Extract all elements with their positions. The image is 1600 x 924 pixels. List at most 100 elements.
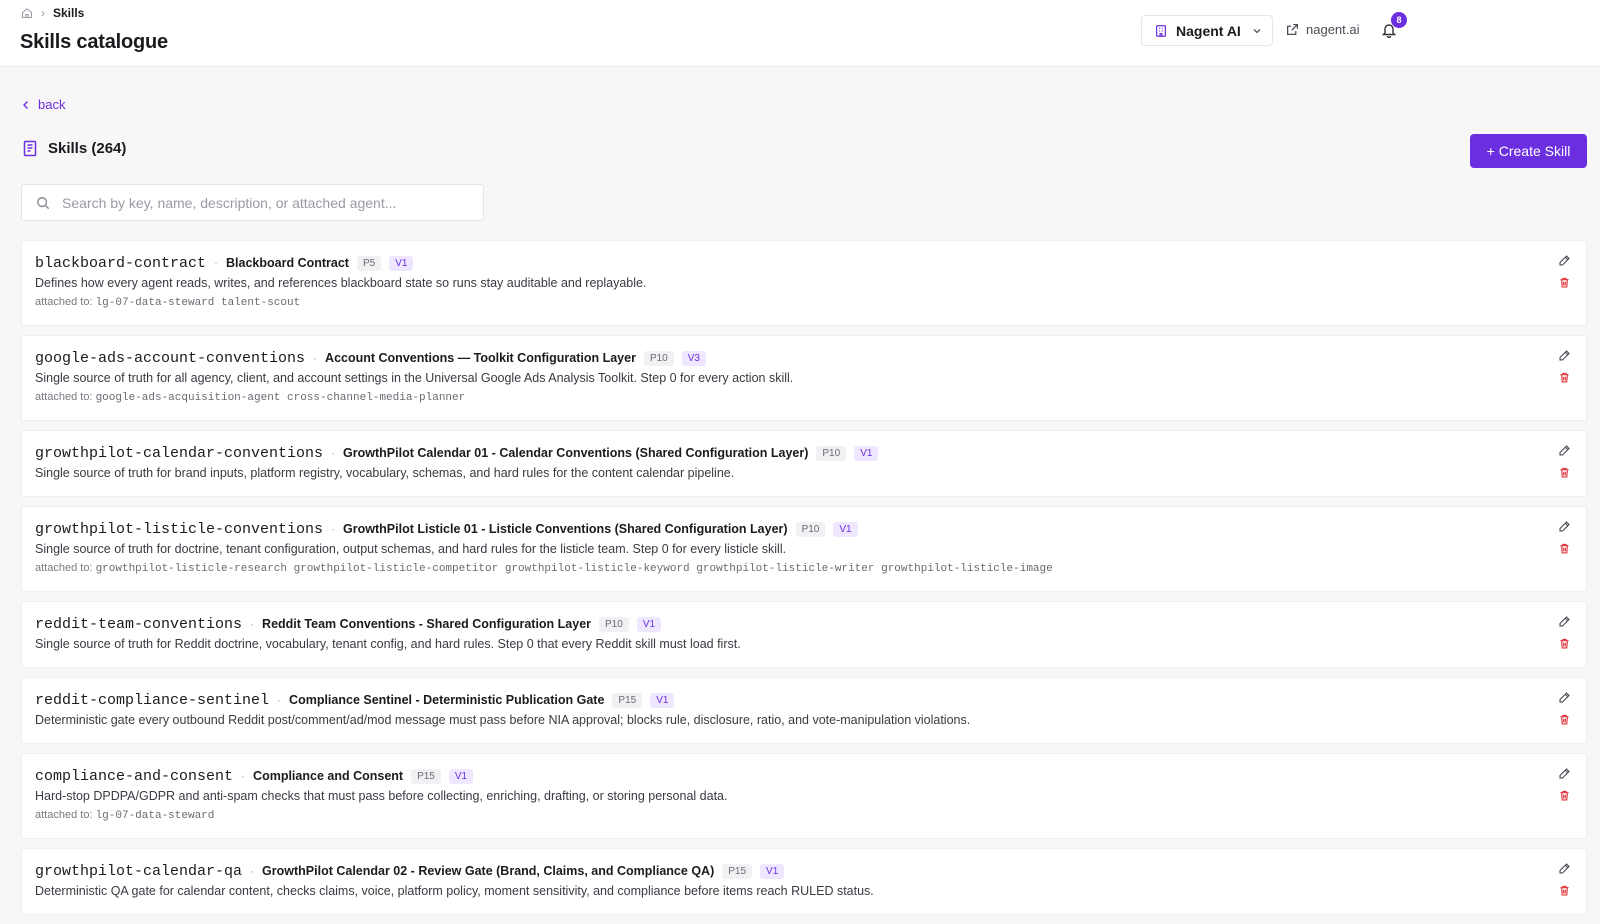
separator-dot: · [241, 769, 246, 783]
priority-badge: P5 [356, 255, 382, 271]
version-badge: V1 [389, 255, 414, 271]
skill-actions [1558, 862, 1571, 897]
edit-icon[interactable] [1558, 254, 1571, 267]
version-badge: V3 [681, 350, 706, 366]
search-input[interactable] [60, 193, 483, 212]
skill-card[interactable]: growthpilot-listicle-conventions · Growt… [21, 506, 1587, 592]
separator-dot: · [250, 617, 255, 631]
trash-icon[interactable] [1558, 542, 1571, 555]
search-box [21, 184, 484, 221]
separator-dot: · [331, 522, 336, 536]
skill-key: google-ads-account-conventions [35, 349, 306, 367]
notification-badge: 8 [1391, 12, 1407, 28]
skill-key: growthpilot-listicle-conventions [35, 520, 324, 538]
breadcrumb-current: Skills [53, 6, 85, 20]
section-title: Skills (264) [48, 140, 127, 157]
skill-card[interactable]: compliance-and-consent · Compliance and … [21, 753, 1587, 839]
skill-description: Single source of truth for brand inputs,… [35, 466, 735, 480]
back-link[interactable]: back [22, 97, 65, 112]
skill-header-row: google-ads-account-conventions · Account… [35, 349, 1573, 367]
skill-actions [1558, 615, 1571, 650]
skill-header-row: growthpilot-listicle-conventions · Growt… [35, 520, 1573, 538]
trash-icon[interactable] [1558, 276, 1571, 289]
attached-agents: attached to: google-ads-acquisition-agen… [35, 391, 1573, 404]
external-site-link[interactable]: nagent.ai [1286, 22, 1360, 37]
skills-list: blackboard-contract · Blackboard Contrac… [21, 240, 1587, 924]
skill-card[interactable]: google-ads-account-conventions · Account… [21, 335, 1587, 421]
version-badge: V1 [448, 768, 474, 784]
skill-key: compliance-and-consent [35, 767, 234, 785]
edit-icon[interactable] [1558, 444, 1571, 457]
skill-actions [1558, 767, 1571, 802]
skill-header-row: reddit-compliance-sentinel · Compliance … [35, 691, 1573, 709]
skill-actions [1558, 254, 1571, 289]
skill-description: Deterministic QA gate for calendar conte… [35, 884, 874, 898]
priority-badge: P10 [816, 445, 847, 461]
skill-header-row: growthpilot-calendar-qa · GrowthPilot Ca… [35, 862, 1573, 880]
separator-dot: · [331, 446, 336, 460]
skill-name: Reddit Team Conventions - Shared Configu… [262, 617, 592, 631]
skill-header-row: blackboard-contract · Blackboard Contrac… [35, 254, 1573, 272]
priority-badge: P10 [795, 521, 826, 537]
skill-card[interactable]: reddit-team-conventions · Reddit Team Co… [21, 601, 1587, 668]
home-icon[interactable] [21, 7, 33, 19]
building-icon [1154, 24, 1168, 38]
priority-badge: P15 [411, 768, 441, 784]
skill-name: GrowthPilot Calendar 01 - Calendar Conve… [343, 446, 809, 460]
trash-icon[interactable] [1558, 637, 1571, 650]
top-bar: › Skills Skills catalogue Nagent AI nage… [0, 0, 1600, 67]
skill-description: Single source of truth for Reddit doctri… [35, 637, 741, 651]
edit-icon[interactable] [1558, 615, 1571, 628]
trash-icon[interactable] [1558, 371, 1571, 384]
version-badge: V1 [854, 445, 879, 461]
trash-icon[interactable] [1558, 789, 1571, 802]
chevron-left-icon [22, 100, 30, 110]
version-badge: V1 [760, 863, 785, 879]
skill-header-row: reddit-team-conventions · Reddit Team Co… [35, 615, 1573, 633]
section-header: Skills (264) [22, 140, 126, 157]
skill-actions [1558, 349, 1571, 384]
edit-icon[interactable] [1558, 767, 1571, 780]
skill-card[interactable]: reddit-compliance-sentinel · Compliance … [21, 677, 1587, 744]
org-switcher[interactable]: Nagent AI [1141, 15, 1273, 46]
skill-card[interactable]: growthpilot-calendar-qa · GrowthPilot Ca… [21, 848, 1587, 915]
skill-card[interactable]: growthpilot-calendar-conventions · Growt… [21, 430, 1587, 497]
create-skill-button[interactable]: + Create Skill [1470, 134, 1587, 168]
separator-dot: · [277, 693, 282, 707]
version-badge: V1 [650, 692, 675, 708]
skill-name: GrowthPilot Listicle 01 - Listicle Conve… [343, 522, 788, 536]
skill-actions [1558, 691, 1571, 726]
trash-icon[interactable] [1558, 466, 1571, 479]
book-icon [22, 140, 38, 157]
edit-icon[interactable] [1558, 520, 1571, 533]
separator-dot: · [313, 351, 318, 365]
chevron-down-icon [1252, 26, 1262, 36]
attached-agents: attached to: lg-07-data-steward talent-s… [35, 296, 1573, 309]
attached-label: attached to: [35, 296, 93, 308]
attached-agents: attached to: growthpilot-listicle-resear… [35, 562, 1573, 575]
trash-icon[interactable] [1558, 713, 1571, 726]
priority-badge: P10 [643, 350, 674, 366]
skill-key: blackboard-contract [35, 254, 207, 272]
attached-label: attached to: [35, 562, 93, 574]
trash-icon[interactable] [1558, 884, 1571, 897]
edit-icon[interactable] [1558, 691, 1571, 704]
separator-dot: · [214, 256, 219, 270]
external-link-label: nagent.ai [1306, 22, 1360, 37]
attached-label: attached to: [35, 809, 93, 821]
skill-card[interactable]: blackboard-contract · Blackboard Contrac… [21, 240, 1587, 326]
skill-name: Compliance and Consent [253, 769, 404, 783]
skill-name: Blackboard Contract [226, 256, 349, 270]
skill-key: reddit-team-conventions [35, 615, 243, 633]
skill-actions [1558, 520, 1571, 555]
skill-header-row: compliance-and-consent · Compliance and … [35, 767, 1573, 785]
edit-icon[interactable] [1558, 862, 1571, 875]
org-name: Nagent AI [1176, 22, 1241, 39]
attached-agents: attached to: lg-07-data-steward [35, 809, 1573, 822]
edit-icon[interactable] [1558, 349, 1571, 362]
breadcrumb: › Skills [21, 6, 84, 20]
skill-header-row: growthpilot-calendar-conventions · Growt… [35, 444, 1573, 462]
skill-description: Hard-stop DPDPA/GDPR and anti-spam check… [35, 789, 728, 803]
search-icon [36, 196, 50, 210]
skill-key: reddit-compliance-sentinel [35, 691, 270, 709]
